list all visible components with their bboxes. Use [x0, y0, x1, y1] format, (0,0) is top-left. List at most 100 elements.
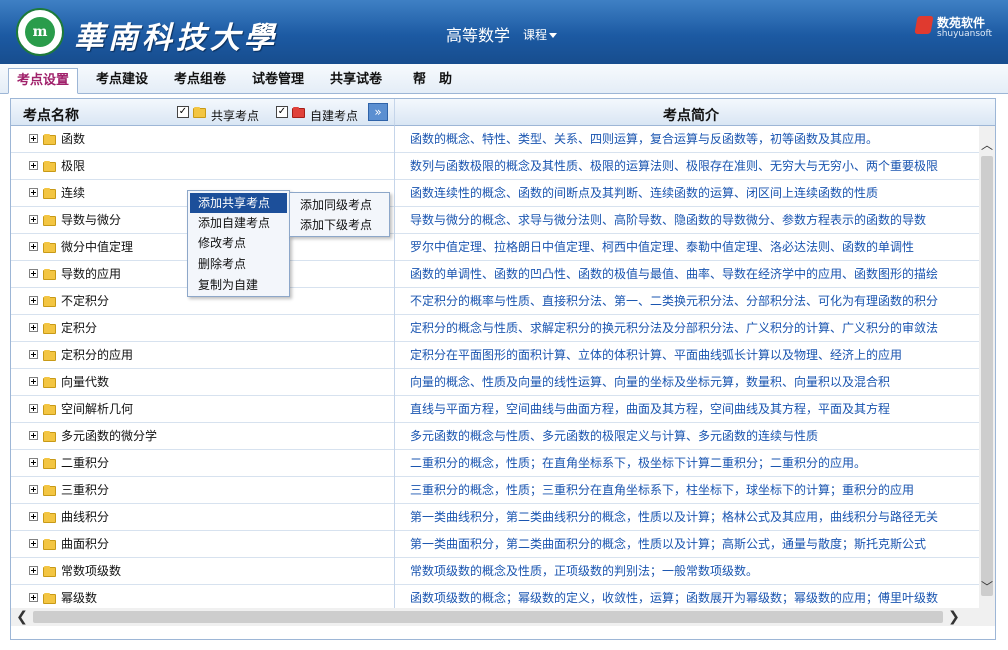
menu-item-copy-as-custom[interactable]: 复制为自建	[190, 275, 287, 295]
scroll-left-arrow-icon[interactable]: ❮	[13, 608, 31, 626]
tab-shijuan-guanli[interactable]: 试卷管理	[244, 68, 312, 94]
horizontal-scroll-thumb[interactable]	[33, 611, 943, 623]
tab-gongxiang-shijuan[interactable]: 共享试卷	[322, 68, 390, 94]
context-menu: 添加共享考点 添加自建考点 修改考点 删除考点 复制为自建	[187, 190, 290, 297]
brand-logo: 数苑软件 shuyuansoft	[914, 14, 998, 48]
kaodian-name[interactable]: 曲面积分	[61, 531, 109, 557]
expand-plus-icon[interactable]	[29, 188, 38, 197]
expand-plus-icon[interactable]	[29, 215, 38, 224]
kaodian-description: 数列与函数极限的概念及其性质、极限的运算法则、极限存在准则、无穷大与无穷小、两个…	[394, 153, 979, 180]
kaodian-name[interactable]: 不定积分	[61, 288, 109, 314]
folder-yellow-icon	[193, 107, 206, 118]
table-row[interactable]: 不定积分 不定积分的概率与性质、直接积分法、第一、二类换元积分法、分部积分法、可化…	[11, 288, 979, 315]
expand-plus-icon[interactable]	[29, 593, 38, 602]
expand-plus-icon[interactable]	[29, 161, 38, 170]
table-row[interactable]: 三重积分 三重积分的概念，性质；三重积分在直角坐标系下，柱坐标下，球坐标下的计算；…	[11, 477, 979, 504]
kaodian-description: 定积分在平面图形的面积计算、立体的体积计算、平面曲线弧长计算以及物理、经济上的应…	[394, 342, 979, 369]
expand-plus-icon[interactable]	[29, 539, 38, 548]
kaodian-name-cell: 三重积分	[11, 477, 394, 504]
kaodian-name-cell: 极限	[11, 153, 394, 180]
table-row[interactable]: 曲线积分 第一类曲线积分，第二类曲线积分的概念，性质以及计算；格林公式及其应用，曲…	[11, 504, 979, 531]
menu-item-add-shared[interactable]: 添加共享考点	[190, 193, 287, 213]
tab-kaodian-jianshe[interactable]: 考点建设	[88, 68, 156, 94]
kaodian-description: 第一类曲线积分，第二类曲线积分的概念，性质以及计算；格林公式及其应用，曲线积分与…	[394, 504, 979, 531]
expand-plus-icon[interactable]	[29, 458, 38, 467]
submenu-item-add-child[interactable]: 添加下级考点	[292, 215, 387, 235]
tab-kaodian-shezhi[interactable]: 考点设置	[8, 68, 79, 94]
kaodian-name[interactable]: 幂级数	[61, 585, 97, 608]
menu-item-delete[interactable]: 删除考点	[190, 254, 287, 274]
table-row[interactable]: 导数的应用 函数的单调性、函数的凹凸性、函数的极值与最值、曲率、导数在经济学中的应…	[11, 261, 979, 288]
expand-panel-button[interactable]: »	[368, 103, 388, 121]
expand-plus-icon[interactable]	[29, 377, 38, 386]
expand-plus-icon[interactable]	[29, 350, 38, 359]
filter-custom-checkbox[interactable]: ✓	[276, 106, 288, 118]
table-row[interactable]: 定积分 定积分的概念与性质、求解定积分的换元积分法及分部积分法、广义积分的计算、广…	[11, 315, 979, 342]
table-row[interactable]: 定积分的应用 定积分在平面图形的面积计算、立体的体积计算、平面曲线弧长计算以及物理…	[11, 342, 979, 369]
submenu-item-add-sibling[interactable]: 添加同级考点	[292, 195, 387, 215]
table-row[interactable]: 连续 函数连续性的概念、函数的间断点及其判断、连续函数的运算、闭区间上连续函数的性…	[11, 180, 979, 207]
folder-icon	[43, 512, 56, 523]
course-menu-button[interactable]: 课程	[523, 26, 558, 43]
expand-plus-icon[interactable]	[29, 296, 38, 305]
kaodian-description: 罗尔中值定理、拉格朗日中值定理、柯西中值定理、泰勒中值定理、洛必达法则、函数的单…	[394, 234, 979, 261]
kaodian-name[interactable]: 连续	[61, 180, 85, 206]
table-row[interactable]: 空间解析几何 直线与平面方程，空间曲线与曲面方程，曲面及其方程，空间曲线及其方程，…	[11, 396, 979, 423]
table-row[interactable]: 多元函数的微分学 多元函数的概念与性质、多元函数的极限定义与计算、多元函数的连续与…	[11, 423, 979, 450]
expand-plus-icon[interactable]	[29, 323, 38, 332]
expand-plus-icon[interactable]	[29, 485, 38, 494]
kaodian-name[interactable]: 空间解析几何	[61, 396, 133, 422]
kaodian-description: 二重积分的概念，性质；在直角坐标系下，极坐标下计算二重积分；二重积分的应用。	[394, 450, 979, 477]
table-row[interactable]: 导数与微分 导数与微分的概念、求导与微分法则、高阶导数、隐函数的导数微分、参数方程…	[11, 207, 979, 234]
scroll-right-arrow-icon[interactable]: ❯	[945, 608, 963, 626]
kaodian-description: 函数连续性的概念、函数的间断点及其判断、连续函数的运算、闭区间上连续函数的性质	[394, 180, 979, 207]
filter-shared-checkbox[interactable]: ✓	[177, 106, 189, 118]
table-row[interactable]: 常数项级数 常数项级数的概念及性质，正项级数的判别法；一般常数项级数。	[11, 558, 979, 585]
vertical-scrollbar[interactable]: ︿ ﹀	[979, 126, 995, 608]
kaodian-name[interactable]: 微分中值定理	[61, 234, 133, 260]
kaodian-name[interactable]: 极限	[61, 153, 85, 179]
expand-plus-icon[interactable]	[29, 404, 38, 413]
expand-plus-icon[interactable]	[29, 134, 38, 143]
table-row[interactable]: 微分中值定理 罗尔中值定理、拉格朗日中值定理、柯西中值定理、泰勒中值定理、洛必达法…	[11, 234, 979, 261]
table-row[interactable]: 二重积分 二重积分的概念，性质；在直角坐标系下，极坐标下计算二重积分；二重积分的应…	[11, 450, 979, 477]
kaodian-name[interactable]: 导数的应用	[61, 261, 121, 287]
table-row[interactable]: 幂级数 函数项级数的概念；幂级数的定义，收敛性，运算；函数展开为幂级数；幂级数的应…	[11, 585, 979, 608]
kaodian-name[interactable]: 函数	[61, 126, 85, 152]
tab-help[interactable]: 帮 助	[405, 68, 460, 94]
tab-kaodian-zujuan[interactable]: 考点组卷	[166, 68, 234, 94]
kaodian-name[interactable]: 二重积分	[61, 450, 109, 476]
expand-plus-icon[interactable]	[29, 566, 38, 575]
horizontal-scrollbar[interactable]: ❮ ❯	[11, 608, 995, 626]
expand-plus-icon[interactable]	[29, 269, 38, 278]
expand-plus-icon[interactable]	[29, 512, 38, 521]
expand-plus-icon[interactable]	[29, 431, 38, 440]
table-row[interactable]: 函数 函数的概念、特性、类型、关系、四则运算，复合运算与反函数等，初等函数及其应用…	[11, 126, 979, 153]
kaodian-name[interactable]: 曲线积分	[61, 504, 109, 530]
kaodian-name[interactable]: 定积分	[61, 315, 97, 341]
menu-item-add-custom[interactable]: 添加自建考点	[190, 213, 287, 233]
menu-item-edit[interactable]: 修改考点	[190, 233, 287, 253]
folder-icon	[43, 539, 56, 550]
table-row[interactable]: 极限 数列与函数极限的概念及其性质、极限的运算法则、极限存在准则、无穷大与无穷小、…	[11, 153, 979, 180]
kaodian-name[interactable]: 三重积分	[61, 477, 109, 503]
kaodian-description: 多元函数的概念与性质、多元函数的极限定义与计算、多元函数的连续与性质	[394, 423, 979, 450]
expand-plus-icon[interactable]	[29, 242, 38, 251]
kaodian-name[interactable]: 多元函数的微分学	[61, 423, 157, 449]
kaodian-name[interactable]: 向量代数	[61, 369, 109, 395]
scroll-down-arrow-icon[interactable]: ﹀	[979, 578, 995, 596]
vertical-scroll-thumb[interactable]	[981, 156, 993, 596]
table-row[interactable]: 向量代数 向量的概念、性质及向量的线性运算、向量的坐标及坐标元算，数量积、向量积以…	[11, 369, 979, 396]
kaodian-name[interactable]: 导数与微分	[61, 207, 121, 233]
kaodian-description: 直线与平面方程，空间曲线与曲面方程，曲面及其方程，空间曲线及其方程，平面及其方程	[394, 396, 979, 423]
folder-icon	[43, 134, 56, 145]
right-column-header: 考点简介	[394, 99, 995, 126]
folder-red-icon	[292, 107, 305, 118]
kaodian-name[interactable]: 定积分的应用	[61, 342, 133, 368]
table-row[interactable]: 曲面积分 第一类曲面积分，第二类曲面积分的概念，性质以及计算；高斯公式，通量与散度…	[11, 531, 979, 558]
folder-icon	[43, 215, 56, 226]
app-window: m 華南科技大學 高等数学 课程 数苑软件 shuyuansoft 考点设置 考…	[0, 0, 1008, 650]
scroll-up-arrow-icon[interactable]: ︿	[979, 136, 995, 154]
kaodian-name[interactable]: 常数项级数	[61, 558, 121, 584]
chevron-down-icon	[549, 33, 558, 38]
